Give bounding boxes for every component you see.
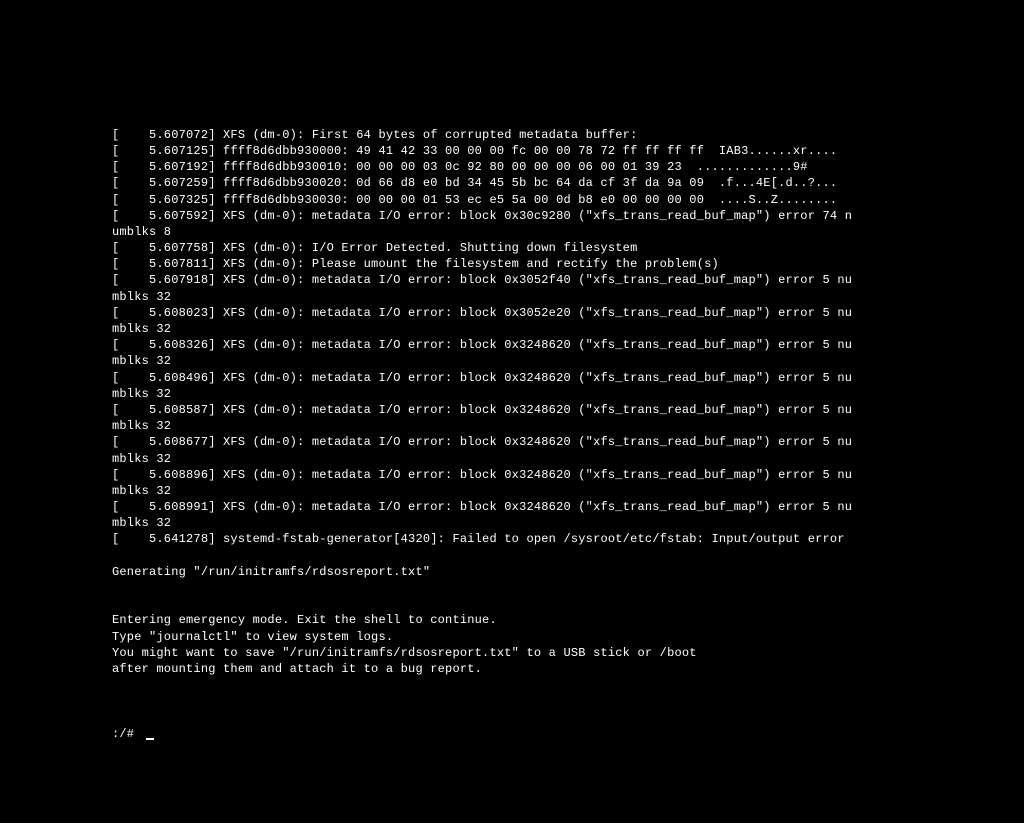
console-line: mblks 32 [112,386,1024,402]
console-line [112,693,1024,709]
console-line: [ 5.608496] XFS (dm-0): metadata I/O err… [112,370,1024,386]
console-line: [ 5.608587] XFS (dm-0): metadata I/O err… [112,402,1024,418]
console-line: [ 5.608023] XFS (dm-0): metadata I/O err… [112,305,1024,321]
cursor-icon [146,738,154,740]
console-line: mblks 32 [112,515,1024,531]
console-line: [ 5.608326] XFS (dm-0): metadata I/O err… [112,337,1024,353]
console-line: after mounting them and attach it to a b… [112,661,1024,677]
console-line: Generating "/run/initramfs/rdsosreport.t… [112,564,1024,580]
console-line: [ 5.608896] XFS (dm-0): metadata I/O err… [112,467,1024,483]
console-line: [ 5.607592] XFS (dm-0): metadata I/O err… [112,208,1024,224]
console-line: [ 5.608991] XFS (dm-0): metadata I/O err… [112,499,1024,515]
console-line: [ 5.607758] XFS (dm-0): I/O Error Detect… [112,240,1024,256]
console-line: [ 5.607325] ffff8d6dbb930030: 00 00 00 0… [112,192,1024,208]
console-line: [ 5.607918] XFS (dm-0): metadata I/O err… [112,272,1024,288]
console-line: umblks 8 [112,224,1024,240]
terminal-output: [ 5.607072] XFS (dm-0): First 64 bytes o… [112,127,1024,710]
console-line: [ 5.641278] systemd-fstab-generator[4320… [112,531,1024,547]
console-line: [ 5.607811] XFS (dm-0): Please umount th… [112,256,1024,272]
console-line: You might want to save "/run/initramfs/r… [112,645,1024,661]
console-line: mblks 32 [112,353,1024,369]
console-line: mblks 32 [112,418,1024,434]
console-line: [ 5.608677] XFS (dm-0): metadata I/O err… [112,434,1024,450]
console-line: mblks 32 [112,451,1024,467]
console-line [112,596,1024,612]
console-line [112,580,1024,596]
console-line [112,677,1024,693]
console-line: Entering emergency mode. Exit the shell … [112,612,1024,628]
console-line: [ 5.607259] ffff8d6dbb930020: 0d 66 d8 e… [112,175,1024,191]
shell-prompt: :/# [112,726,142,742]
console-line: mblks 32 [112,289,1024,305]
console-line: [ 5.607072] XFS (dm-0): First 64 bytes o… [112,127,1024,143]
console-line: [ 5.607125] ffff8d6dbb930000: 49 41 42 3… [112,143,1024,159]
console-line: mblks 32 [112,483,1024,499]
console-line: [ 5.607192] ffff8d6dbb930010: 00 00 00 0… [112,159,1024,175]
console-line [112,548,1024,564]
shell-prompt-line[interactable]: :/# [112,726,1024,742]
console-line: mblks 32 [112,321,1024,337]
console-line: Type "journalctl" to view system logs. [112,629,1024,645]
